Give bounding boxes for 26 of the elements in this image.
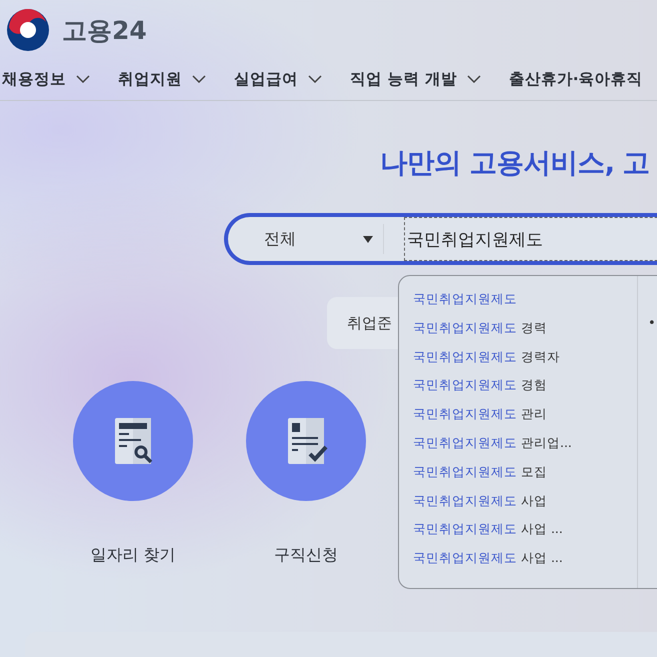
suggestion-item[interactable]: 국민취업지원제도 모집 [413,464,637,493]
chevron-down-icon [76,75,90,83]
service-label[interactable]: 일자리 찾기 [90,545,176,566]
category-select[interactable]: 전체 [228,224,384,254]
suggestion-item[interactable]: 국민취업지원제도 관리 [413,406,637,435]
suggestion-item[interactable]: 국민취업지원제도 사업 [413,492,637,522]
suggestion-item[interactable]: 국민취업지원제도 관리업... [413,434,637,464]
bullet-mark: • [648,316,656,331]
logo-icon[interactable] [6,8,50,52]
chevron-down-icon [192,75,206,83]
chevron-down-icon [308,75,322,83]
search-field[interactable]: 국민취업지원제도 [404,217,657,261]
nav-menu-item[interactable]: 직업 능력 개발 [350,68,481,90]
nav-menu-item[interactable]: 채용정보 [2,68,90,90]
service-label[interactable]: 구직신청 [274,545,338,566]
suggestion-item[interactable]: 국민취업지원제도 사업 ... [413,521,637,550]
suggestion-item[interactable]: 국민취업지원제도 사업 ... [413,550,637,579]
nav-menu-item[interactable]: 출산휴가·육아휴직 [508,68,643,90]
nav-menu-item[interactable]: 실업급여 [234,68,322,90]
suggestion-item[interactable]: 국민취업지원제도 경력자 [413,348,637,378]
caret-icon [363,236,373,242]
site-logo[interactable]: 고용24 [62,14,147,46]
nav-menu-item[interactable]: 취업지원 [118,68,206,90]
suggestion-item[interactable]: 국민취업지원제도 경험 [413,377,637,406]
hero-headline: 나만의 고용서비스, 고 [379,146,651,181]
chevron-down-icon [466,75,481,83]
